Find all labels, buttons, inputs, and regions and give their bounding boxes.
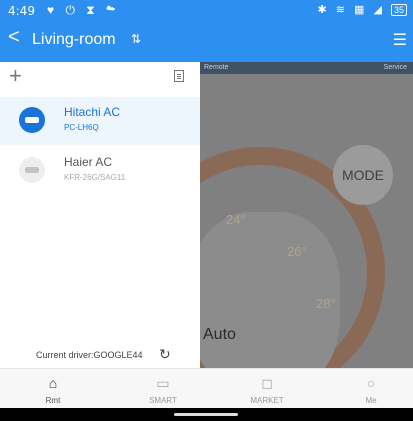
nav-row: < Living-room ⇅ ☰ xyxy=(0,24,413,60)
smart-icon: ▭ xyxy=(156,375,170,391)
nav-item-remote[interactable]: ⌂ Rmt xyxy=(23,369,83,409)
back-button[interactable]: < xyxy=(8,26,20,49)
nav-label: MARKET xyxy=(250,396,284,405)
mode-value: Auto xyxy=(203,326,236,343)
temp-label: 24° xyxy=(226,212,246,227)
nav-item-me[interactable]: ○ Me xyxy=(341,369,401,409)
nav-label: SMART xyxy=(149,396,177,405)
device-item-haier[interactable]: Haier AC KFR-26G/SAG11 xyxy=(0,147,200,195)
current-driver-label: Current driver:GOOGLE44 xyxy=(36,350,143,360)
app-bar: 4:49 ♥ ⏻ ⧗ ☁ ✱ ≋ ▦ ◢ 35 < Living-room ⇅ … xyxy=(0,0,413,62)
temp-label: 28° xyxy=(316,296,336,311)
me-icon: ○ xyxy=(366,375,376,391)
dial-center xyxy=(190,212,340,368)
market-icon: ◻ xyxy=(261,375,273,391)
device-name: Hitachi AC xyxy=(64,105,121,119)
device-model: KFR-26G/SAG11 xyxy=(64,173,126,182)
status-time: 4:49 xyxy=(8,4,35,18)
bottom-nav: ⌂ Rmt ▭ SMART ◻ MARKET ○ Me xyxy=(0,368,413,409)
nav-label: Me xyxy=(365,396,377,405)
air-conditioner-icon xyxy=(19,107,45,133)
temp-label: 26° xyxy=(287,244,307,259)
remote-tab-label: Remote xyxy=(204,64,229,71)
status-system-icons: ✱ ≋ ▦ ◢ 35 xyxy=(317,3,407,16)
nav-label: Rmt xyxy=(45,396,61,405)
home-indicator[interactable] xyxy=(174,413,238,416)
mode-button: MODE xyxy=(333,145,393,205)
add-icon[interactable]: + xyxy=(9,63,22,89)
system-nav-bar xyxy=(0,408,413,421)
battery-icon: 35 xyxy=(390,4,407,16)
remote-icon: ⌂ xyxy=(48,375,58,391)
air-conditioner-icon xyxy=(19,157,45,183)
signal-icons: ✱ ≋ ▦ ◢ xyxy=(317,4,385,16)
service-tab-label: Service xyxy=(383,64,407,71)
nav-item-smart[interactable]: ▭ SMART xyxy=(133,369,193,409)
remote-tab-bar: Remote Service xyxy=(200,62,413,74)
menu-icon[interactable]: ☰ xyxy=(393,30,407,50)
device-model: PC-LH6Q xyxy=(64,123,99,132)
nav-item-market[interactable]: ◻ MARKET xyxy=(237,369,297,409)
status-bar: 4:49 ♥ ⏻ ⧗ ☁ ✱ ≋ ▦ ◢ 35 xyxy=(0,0,413,22)
status-notification-icons: ♥ ⏻ ⧗ ☁ xyxy=(47,3,120,17)
document-icon[interactable] xyxy=(174,70,184,82)
drawer-toolbar: + xyxy=(0,62,200,92)
page-title[interactable]: Living-room xyxy=(32,31,116,49)
device-item-hitachi[interactable]: Hitachi AC PC-LH6Q xyxy=(0,97,200,145)
refresh-icon[interactable]: ↻ xyxy=(159,346,171,363)
sort-icon[interactable]: ⇅ xyxy=(131,32,141,46)
device-drawer: + Hitachi AC PC-LH6Q Haier AC KFR-26G/SA… xyxy=(0,62,200,368)
device-name: Haier AC xyxy=(64,155,113,169)
